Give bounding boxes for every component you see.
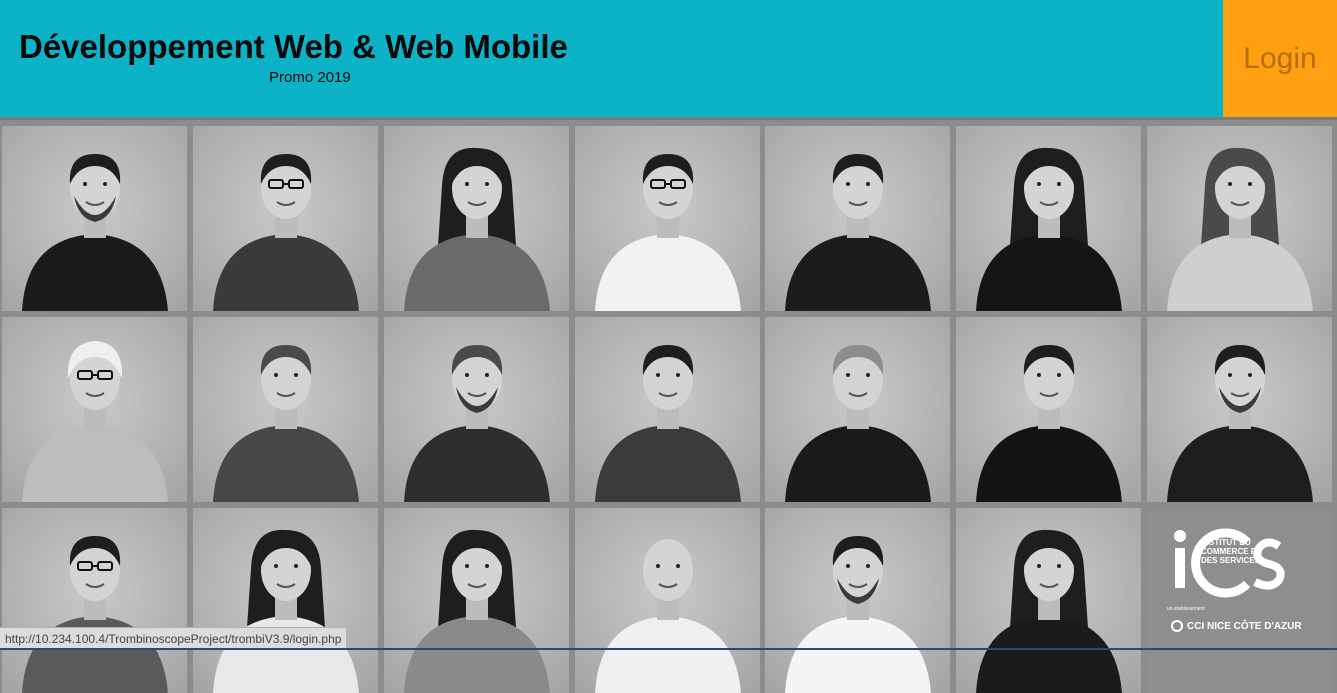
portrait-silhouette [1167, 147, 1313, 311]
cci-logo-text: CCI NICE CÔTE D'AZUR [1171, 620, 1302, 632]
portrait-silhouette [976, 345, 1122, 502]
ics-logo-line: DES SERVICES [1201, 556, 1260, 565]
portrait-silhouette [404, 147, 550, 311]
portrait-silhouette [213, 345, 359, 502]
portrait-silhouette [976, 529, 1122, 693]
student-photo-19[interactable] [765, 508, 950, 693]
portrait-silhouette [785, 536, 931, 693]
ics-logo-small: un établissement [1167, 606, 1205, 612]
student-photo-2[interactable] [193, 126, 378, 311]
page-subtitle: Promo 2019 [269, 69, 351, 86]
ics-logo: INSTITUT DU COMMERCE ET DES SERVICES un éta… [1147, 508, 1332, 693]
student-grid: INSTITUT DU COMMERCE ET DES SERVICES un éta… [0, 120, 1337, 693]
student-photo-8[interactable] [2, 317, 187, 502]
portrait-silhouette [404, 529, 550, 693]
student-photo-13[interactable] [956, 317, 1141, 502]
ics-logo-text: INSTITUT DU COMMERCE ET DES SERVICES [1201, 538, 1261, 565]
portrait-silhouette [22, 341, 168, 502]
cci-mark-icon [1171, 620, 1183, 632]
portrait-silhouette [976, 147, 1122, 311]
ics-logo-line: INSTITUT DU [1201, 538, 1251, 547]
student-photo-20[interactable] [956, 508, 1141, 693]
student-photo-9[interactable] [193, 317, 378, 502]
student-photo-3[interactable] [384, 126, 569, 311]
portrait-silhouette [595, 154, 741, 311]
login-button[interactable]: Login [1223, 0, 1337, 117]
portrait-silhouette [213, 529, 359, 693]
student-photo-16[interactable] [193, 508, 378, 693]
portrait-silhouette [22, 154, 168, 311]
student-photo-15[interactable] [2, 508, 187, 693]
page-title: Développement Web & Web Mobile [19, 28, 568, 65]
student-photo-18[interactable] [575, 508, 760, 693]
portrait-silhouette [595, 539, 741, 693]
student-photo-14[interactable] [1147, 317, 1332, 502]
student-photo-17[interactable] [384, 508, 569, 693]
cci-label: CCI NICE CÔTE D'AZUR [1187, 620, 1302, 632]
student-photo-5[interactable] [765, 126, 950, 311]
student-photo-10[interactable] [384, 317, 569, 502]
student-photo-11[interactable] [575, 317, 760, 502]
portrait-silhouette [22, 536, 168, 693]
student-photo-1[interactable] [2, 126, 187, 311]
student-photo-4[interactable] [575, 126, 760, 311]
header-bar: Développement Web & Web Mobile Promo 201… [0, 0, 1337, 117]
status-bar-url: http://10.234.100.4/TrombinoscopeProject… [0, 627, 348, 650]
portrait-silhouette [213, 154, 359, 311]
portrait-silhouette [595, 345, 741, 502]
portrait-silhouette [404, 345, 550, 502]
student-photo-6[interactable] [956, 126, 1141, 311]
portrait-silhouette [785, 345, 931, 502]
portrait-silhouette [785, 154, 931, 311]
student-photo-7[interactable] [1147, 126, 1332, 311]
ics-logo-line: COMMERCE ET [1201, 547, 1261, 556]
student-photo-12[interactable] [765, 317, 950, 502]
portrait-silhouette [1167, 345, 1313, 502]
